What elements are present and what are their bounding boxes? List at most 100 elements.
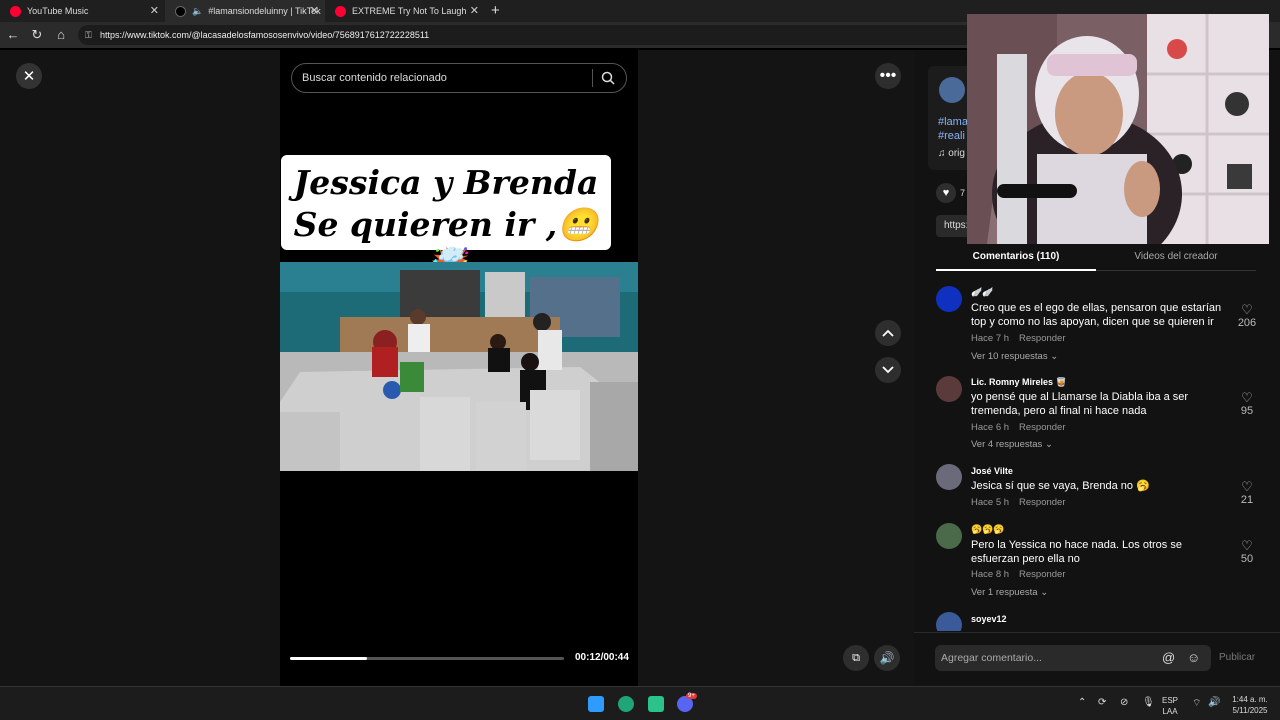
- comment-avatar[interactable]: [936, 286, 962, 312]
- sound-label[interactable]: ♫ orig: [938, 148, 965, 159]
- search-divider: [592, 69, 593, 87]
- layout-code: LAA: [1162, 707, 1178, 716]
- comment-author[interactable]: 🪽🪽: [971, 287, 993, 298]
- next-video-button[interactable]: [875, 357, 901, 383]
- chevron-down-icon: ⌄: [1044, 439, 1053, 450]
- view-replies-button[interactable]: Ver 4 respuestas ⌄: [971, 439, 1053, 450]
- comment-avatar[interactable]: [936, 376, 962, 402]
- home-icon[interactable]: ⌂: [52, 26, 70, 44]
- video-timecode: 00:12/00:44: [575, 652, 629, 663]
- hashtag-link[interactable]: #lama: [938, 116, 968, 128]
- comment-like-count: 206: [1237, 317, 1257, 329]
- close-icon[interactable]: ✕: [310, 4, 319, 17]
- comment-avatar[interactable]: [936, 523, 962, 549]
- network-off-icon[interactable]: ⊘: [1120, 697, 1128, 708]
- comment-author[interactable]: José Vilte: [971, 466, 1013, 476]
- reply-button[interactable]: Responder: [1019, 333, 1065, 344]
- mention-icon[interactable]: @: [1162, 645, 1175, 671]
- tab-label: YouTube Music: [27, 6, 89, 16]
- comment-text: Jesica sí que se vaya, Brenda no 🥱: [971, 480, 1150, 492]
- heart-icon: ♡: [1241, 538, 1253, 553]
- previous-video-button[interactable]: [875, 320, 901, 346]
- view-replies-button[interactable]: Ver 10 respuestas ⌄: [971, 351, 1058, 362]
- tab-youtube-music[interactable]: YouTube Music ✕: [0, 0, 165, 22]
- comment-meta: Hace 5 h Responder: [971, 497, 1076, 508]
- youtube-music-icon: [10, 5, 21, 17]
- comment-author[interactable]: soyev12: [971, 614, 1007, 624]
- more-options-button[interactable]: •••: [875, 63, 901, 89]
- like-count: 7: [960, 188, 966, 198]
- microphone-icon[interactable]: 🎙: [1142, 697, 1155, 708]
- view-replies-label: Ver 10 respuestas: [971, 351, 1048, 362]
- reply-button[interactable]: Responder: [1019, 569, 1065, 580]
- comment-like-button[interactable]: ♡ 206: [1235, 303, 1259, 330]
- page-info-icon[interactable]: ⚿: [85, 25, 92, 45]
- comment-partial-wrapper: soyev12: [914, 608, 1280, 631]
- caption-line-1: Jessica y Brenda: [293, 163, 599, 202]
- view-replies-button[interactable]: Ver 1 respuesta ⌄: [971, 587, 1048, 598]
- reply-button[interactable]: Responder: [1019, 497, 1065, 508]
- video-progress-fill: [290, 657, 367, 660]
- hashtag-link[interactable]: #reali: [938, 130, 965, 142]
- url-field[interactable]: ⚿ https://www.tiktok.com/@lacasadelosfam…: [78, 25, 978, 45]
- comment-placeholder: Agregar comentario...: [941, 652, 1042, 664]
- url-text: https://www.tiktok.com/@lacasadelosfamos…: [100, 30, 430, 40]
- windows-start-icon[interactable]: [588, 696, 604, 712]
- reload-icon[interactable]: ↻: [28, 26, 46, 44]
- speaker-icon[interactable]: 🔈: [192, 6, 203, 17]
- wifi-icon[interactable]: ⌔: [1192, 697, 1201, 710]
- comment-author[interactable]: 🥱🥱🥱: [971, 524, 1005, 535]
- clock-time: 1:44 a. m.: [1232, 695, 1268, 704]
- comment-avatar[interactable]: [936, 612, 962, 631]
- video-caption-card: Jessica y Brenda Se quieren ir ,😬🤯: [281, 155, 611, 284]
- tab-youtube-extreme[interactable]: EXTREME Try Not To Laugh ✕: [325, 0, 485, 22]
- comment-time: Hace 8 h: [971, 569, 1010, 580]
- tab-creator-label: Videos del creador: [1134, 251, 1218, 262]
- edge-browser-icon[interactable]: [618, 696, 634, 712]
- comment-input-divider: [914, 632, 1280, 633]
- store-app-icon[interactable]: [648, 696, 664, 712]
- search-icon[interactable]: [601, 64, 615, 95]
- comment-avatar[interactable]: [936, 464, 962, 490]
- video-progress-bar[interactable]: [290, 657, 564, 660]
- chevron-down-icon: ⌄: [1040, 587, 1049, 598]
- comment-meta: Hace 7 h Responder: [971, 333, 1076, 344]
- comment-like-button[interactable]: ♡ 95: [1235, 390, 1259, 418]
- close-icon[interactable]: ✕: [470, 4, 479, 17]
- youtube-icon: [335, 5, 346, 17]
- comment-author[interactable]: Lic. Romny Mireles 🥃: [971, 377, 1067, 388]
- like-button[interactable]: ♥: [936, 183, 956, 203]
- comment-like-count: 95: [1240, 405, 1254, 417]
- back-icon[interactable]: ←: [4, 26, 22, 44]
- comment-like-button[interactable]: ♡ 50: [1235, 538, 1259, 566]
- emoji-icon[interactable]: ☺: [1187, 645, 1200, 671]
- close-icon[interactable]: ✕: [150, 4, 159, 17]
- new-tab-button[interactable]: +: [491, 2, 500, 19]
- volume-tray-icon[interactable]: 🔊: [1208, 697, 1220, 708]
- miniplayer-icon[interactable]: ⧉: [843, 645, 869, 671]
- tab-comments[interactable]: Comentarios (110): [936, 245, 1096, 271]
- creator-avatar[interactable]: [939, 77, 965, 103]
- language-indicator[interactable]: ESP LAA: [1162, 695, 1178, 717]
- search-placeholder: Buscar contenido relacionado: [302, 72, 447, 84]
- clock[interactable]: 1:44 a. m. 5/11/2025: [1228, 694, 1272, 716]
- comment-meta: Hace 6 h Responder: [971, 422, 1076, 433]
- heart-icon: ♡: [1241, 390, 1253, 405]
- close-video-button[interactable]: ✕: [16, 63, 42, 89]
- tab-tiktok[interactable]: 🔈 #lamansiondeluinny | TikTok ✕: [165, 0, 325, 22]
- tab-creator-videos[interactable]: Videos del creador: [1096, 245, 1256, 271]
- comment-like-button[interactable]: ♡ 21: [1235, 480, 1259, 507]
- publish-button[interactable]: Publicar: [1219, 652, 1255, 663]
- reply-button[interactable]: Responder: [1019, 422, 1065, 433]
- comment-time: Hace 5 h: [971, 497, 1010, 508]
- search-input[interactable]: Buscar contenido relacionado: [291, 63, 627, 93]
- language-code: ESP: [1162, 696, 1179, 705]
- sync-icon[interactable]: ⟳: [1098, 697, 1106, 708]
- comment-text: yo pensé que al Llamarse la Diabla iba a…: [971, 391, 1189, 417]
- tray-overflow-icon[interactable]: ⌃: [1078, 697, 1086, 708]
- tab-label: EXTREME Try Not To Laugh: [352, 6, 467, 16]
- comment-text: Creo que es el ego de ellas, pensaron qu…: [971, 302, 1222, 328]
- comment-input[interactable]: Agregar comentario... @ ☺: [935, 645, 1211, 671]
- discord-notification-badge: 9+: [686, 693, 697, 699]
- volume-icon[interactable]: 🔊: [874, 645, 900, 671]
